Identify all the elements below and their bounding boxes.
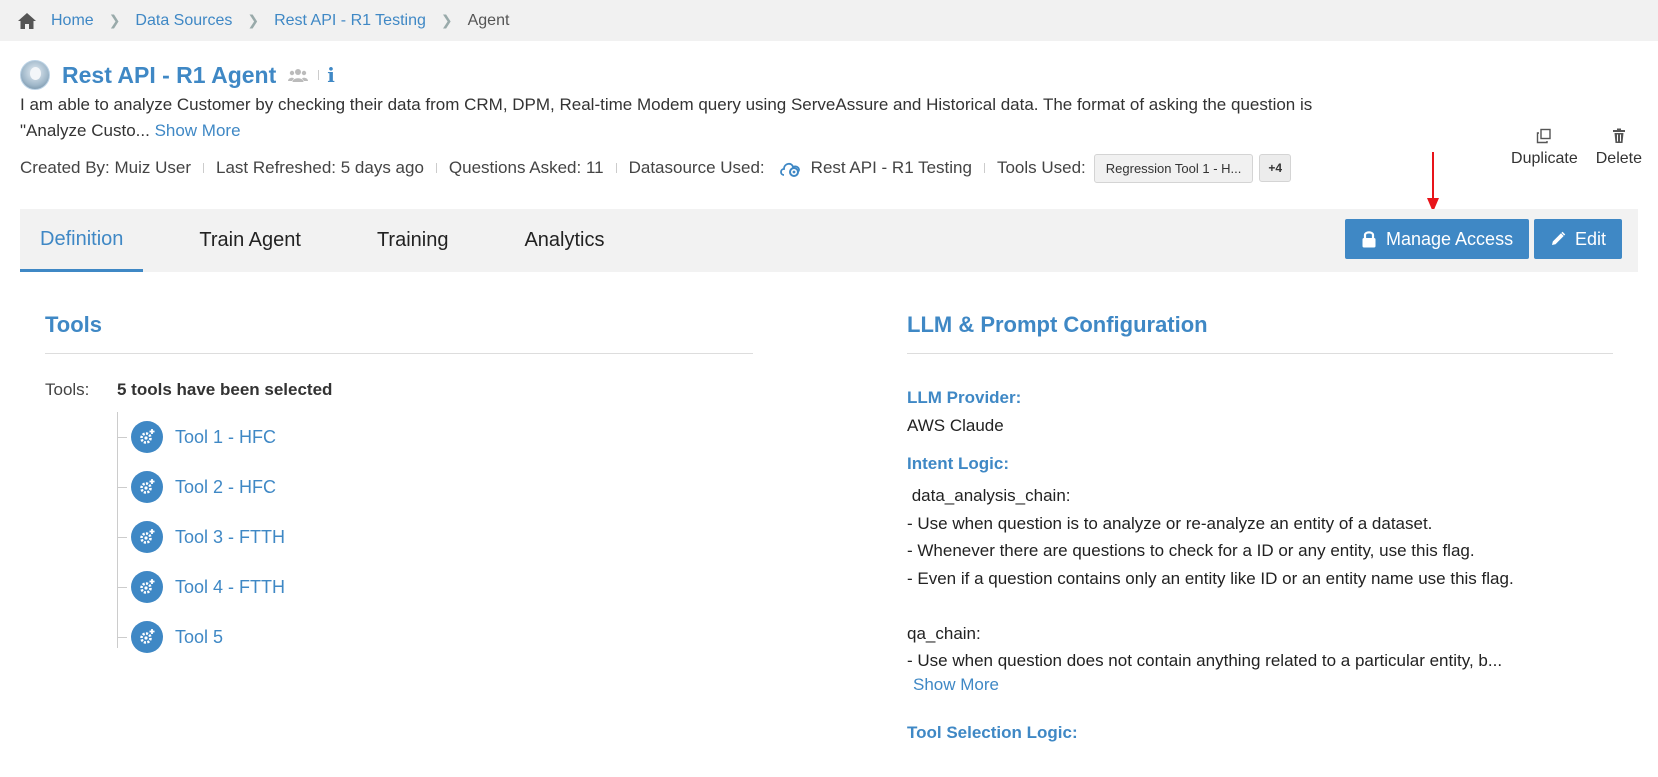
tool-name[interactable]: Tool 2 - HFC <box>175 477 276 498</box>
datasource-icon <box>779 157 803 179</box>
delete-button[interactable]: Delete <box>1596 128 1642 168</box>
pencil-icon <box>1552 231 1566 245</box>
chevron-right-icon: ❯ <box>247 12 260 28</box>
list-item[interactable]: Tool 4 - FTTH <box>117 562 753 612</box>
datasource-value[interactable]: Rest API - R1 Testing <box>811 158 972 178</box>
tool-name[interactable]: Tool 4 - FTTH <box>175 577 285 598</box>
manage-access-button[interactable]: Manage Access <box>1345 219 1530 259</box>
tool-name[interactable]: Tool 3 - FTTH <box>175 527 285 548</box>
tab-train-agent[interactable]: Train Agent <box>179 209 321 272</box>
list-item[interactable]: Tool 2 - HFC <box>117 462 753 512</box>
agent-title: Rest API - R1 Agent <box>62 61 277 88</box>
last-refreshed: Last Refreshed: 5 days ago <box>216 158 424 177</box>
edit-label: Edit <box>1575 228 1607 249</box>
show-more-link[interactable]: Show More <box>155 121 241 140</box>
datasource-label: Datasource Used: <box>628 158 765 177</box>
agent-header: Rest API - R1 Agent i I am able to analy… <box>0 41 1658 183</box>
agent-description: I am able to analyze Customer by checkin… <box>20 92 1380 144</box>
lock-icon <box>1362 231 1376 248</box>
tab-analytics[interactable]: Analytics <box>504 209 624 272</box>
chevron-right-icon: ❯ <box>108 12 121 28</box>
tools-summary: 5 tools have been selected <box>117 380 333 399</box>
llm-provider-label: LLM Provider: <box>907 388 1022 407</box>
llm-section-title: LLM & Prompt Configuration <box>907 312 1613 354</box>
divider <box>318 70 320 80</box>
llm-provider-value: AWS Claude <box>907 416 1004 435</box>
created-by: Created By: Muiz User <box>20 158 191 177</box>
tab-training[interactable]: Training <box>357 209 469 272</box>
divider <box>203 163 204 173</box>
tool-gear-icon <box>131 421 163 453</box>
tool-gear-icon <box>131 571 163 603</box>
tool-gear-icon <box>131 521 163 553</box>
trash-icon <box>1612 128 1625 143</box>
tools-panel: Tools Tools: 5 tools have been selected … <box>45 312 753 662</box>
list-item[interactable]: Tool 5 <box>117 612 753 662</box>
tabs-bar: Definition Train Agent Training Analytic… <box>20 209 1638 272</box>
tool-gear-icon <box>131 621 163 653</box>
breadcrumb-datasource[interactable]: Rest API - R1 Testing <box>274 12 426 30</box>
duplicate-button[interactable]: Duplicate <box>1511 128 1578 168</box>
tool-selection-label: Tool Selection Logic: <box>907 722 1078 742</box>
breadcrumb-data-sources[interactable]: Data Sources <box>135 12 232 30</box>
annotation-arrow <box>1427 152 1439 212</box>
intent-logic-text: data_analysis_chain: - Use when question… <box>907 486 1514 670</box>
tool-list: Tool 1 - HFC Tool 2 - HFC Tool 3 - FTTH … <box>117 412 753 662</box>
list-item[interactable]: Tool 3 - FTTH <box>117 512 753 562</box>
questions-asked: Questions Asked: 11 <box>448 158 604 177</box>
duplicate-icon <box>1537 128 1552 144</box>
chevron-right-icon: ❯ <box>440 12 453 28</box>
agent-avatar <box>20 60 50 90</box>
tool-gear-icon <box>131 471 163 503</box>
tools-used-label: Tools Used: <box>996 158 1086 177</box>
tools-section-title: Tools <box>45 312 753 354</box>
tab-definition[interactable]: Definition <box>20 209 144 272</box>
tool-name[interactable]: Tool 5 <box>175 627 223 648</box>
duplicate-label: Duplicate <box>1511 150 1578 167</box>
users-icon[interactable] <box>288 68 309 82</box>
edit-button[interactable]: Edit <box>1534 219 1623 259</box>
divider <box>983 163 985 173</box>
intent-logic-label: Intent Logic: <box>907 454 1009 473</box>
breadcrumb: Home ❯ Data Sources ❯ Rest API - R1 Test… <box>0 0 1658 41</box>
info-icon[interactable]: i <box>327 63 335 87</box>
breadcrumb-home[interactable]: Home <box>51 12 94 30</box>
agent-meta: Created By: Muiz User Last Refreshed: 5 … <box>20 153 1638 183</box>
more-tools-chip[interactable]: +4 <box>1259 154 1292 182</box>
divider <box>435 163 437 173</box>
tool-name[interactable]: Tool 1 - HFC <box>175 427 276 448</box>
intent-show-more-link[interactable]: Show More <box>913 675 1613 695</box>
header-actions: Duplicate Delete <box>1511 128 1642 168</box>
divider <box>615 163 617 173</box>
manage-access-label: Manage Access <box>1386 228 1514 249</box>
breadcrumb-current: Agent <box>467 11 510 29</box>
tools-label: Tools: <box>45 380 90 399</box>
tool-chip[interactable]: Regression Tool 1 - H... <box>1093 153 1254 183</box>
llm-config-panel: LLM & Prompt Configuration LLM Provider:… <box>907 312 1613 743</box>
delete-label: Delete <box>1595 150 1642 167</box>
home-icon[interactable] <box>17 12 37 30</box>
list-item[interactable]: Tool 1 - HFC <box>117 412 753 462</box>
tools-summary-row: Tools: 5 tools have been selected <box>45 380 753 400</box>
